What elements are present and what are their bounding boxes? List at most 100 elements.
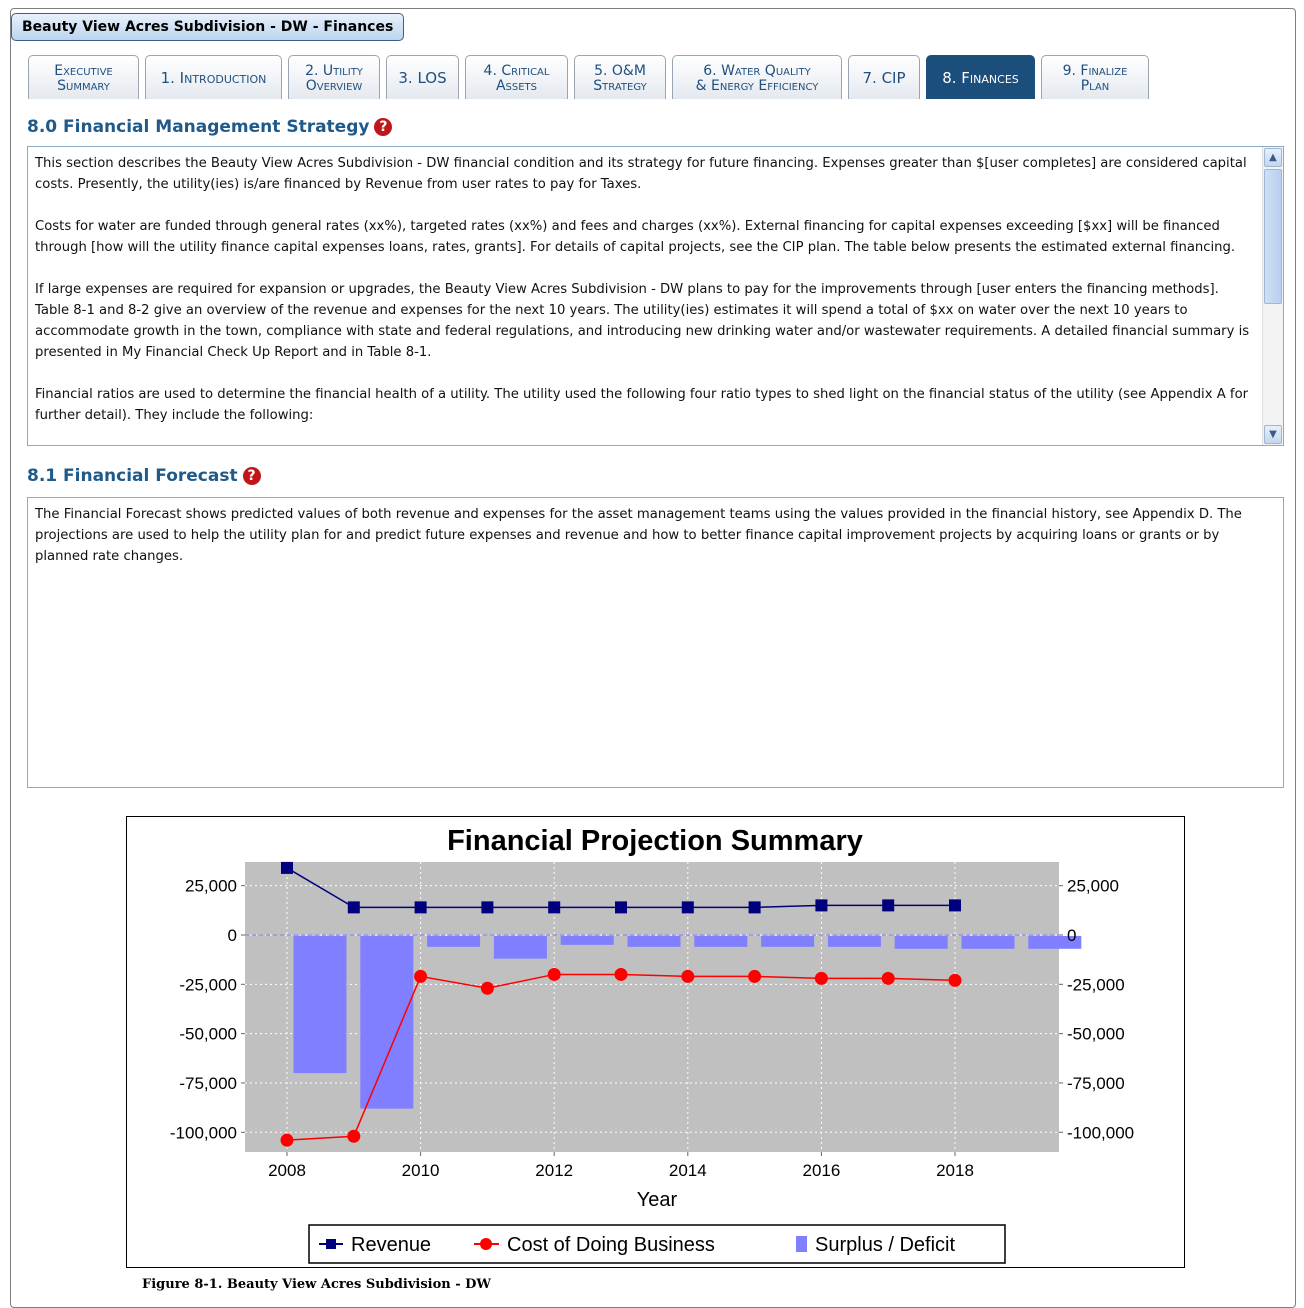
y-tick-label-left: -25,000 [179,975,237,994]
scroll-thumb[interactable] [1264,169,1282,304]
scroll-up-icon[interactable]: ▲ [1264,148,1282,167]
x-tick-label: 2010 [402,1161,440,1180]
tab-label: 3. LOS [398,69,447,87]
x-tick-label: 2012 [535,1161,573,1180]
tab-introduction[interactable]: 1. Introduction [145,55,282,99]
x-tick-label: 2008 [268,1161,306,1180]
financial-projection-chart: Financial Projection Summary 25,000 25,000… [126,816,1185,1268]
scroll-down-icon[interactable]: ▼ [1264,425,1282,444]
chart-svg: Financial Projection Summary 25,000 25,000… [170,825,1134,1264]
cost-point [614,967,628,981]
tab-critical-assets[interactable]: 4. Critical Assets [465,55,568,99]
paragraph: If large expenses are required for expan… [35,282,1250,360]
y-tick-label-left: 25,000 [185,877,237,896]
paragraph: The Financial Forecast shows predicted v… [35,507,1242,564]
tab-label-line1: 6. Water Quality [703,62,811,79]
tab-label: 7. CIP [862,69,906,87]
legend-cost-marker [480,1238,492,1250]
tab-cip[interactable]: 7. CIP [848,55,920,99]
chart-title: Financial Projection Summary [447,825,863,857]
surplus-deficit-bar [694,935,748,947]
cost-point [748,969,762,983]
tab-water-quality[interactable]: 6. Water Quality & Energy Efficiency [672,55,842,99]
revenue-point [347,901,360,914]
tab-label: 8. Finances [942,69,1019,87]
section-heading-8-1: 8.1 Financial Forecast ? [27,466,261,486]
surplus-deficit-bar [961,935,1015,949]
tab-label-line1: 2. Utility [305,62,363,79]
y-tick-label-right: -100,000 [1067,1123,1134,1142]
help-icon[interactable]: ? [374,118,393,136]
paragraph: Costs for water are funded through gener… [35,219,1236,255]
help-icon[interactable]: ? [242,467,261,485]
revenue-point [949,899,961,912]
revenue-point [281,861,293,874]
cost-point [948,973,962,987]
tab-label-line2: & Energy Efficiency [695,77,819,94]
y-tick-label-right: 0 [1067,926,1076,945]
cost-point [280,1133,294,1147]
section-title: 8.1 Financial Forecast [27,466,238,486]
x-tick-label: 2014 [669,1161,707,1180]
textarea-content: This section describes the Beauty View A… [35,153,1253,445]
cost-point [347,1129,361,1143]
surplus-deficit-bar [493,935,547,959]
vertical-scrollbar[interactable]: ▲ ▼ [1262,147,1283,445]
tab-label-line1: Executive [54,62,113,79]
y-tick-label-right: -25,000 [1067,975,1125,994]
textarea-content: The Financial Forecast shows predicted v… [35,504,1271,588]
cost-point [681,969,695,983]
cost-point [881,971,895,985]
cost-point [547,967,561,981]
paragraph: This section describes the Beauty View A… [35,156,1247,192]
y-tick-label-right: -50,000 [1067,1025,1125,1044]
tab-label: 1. Introduction [160,69,267,87]
revenue-point [548,901,561,914]
tab-utility-overview[interactable]: 2. Utility Overview [288,55,380,99]
financial-forecast-textarea[interactable]: The Financial Forecast shows predicted v… [27,497,1284,788]
y-tick-label-right: -75,000 [1067,1074,1125,1093]
x-axis-label: Year [637,1189,678,1211]
surplus-deficit-bar [761,935,815,947]
revenue-point [815,899,828,912]
tab-label-line2: Plan [1080,77,1110,94]
tab-label-line2: Overview [305,77,363,94]
financial-strategy-textarea[interactable]: This section describes the Beauty View A… [27,146,1284,446]
revenue-point [414,901,427,914]
surplus-deficit-bar [894,935,948,949]
cost-point [480,981,494,995]
legend-revenue-marker [326,1239,336,1249]
revenue-point [748,901,761,914]
y-tick-label-left: 0 [228,926,237,945]
section-heading-8-0: 8.0 Financial Management Strategy ? [27,117,393,137]
cost-point [814,971,828,985]
y-tick-label-left: -50,000 [179,1025,237,1044]
tab-label-line2: Summary [57,77,110,94]
tab-finances[interactable]: 8. Finances [926,55,1035,99]
y-tick-label-left: -100,000 [170,1123,237,1142]
y-tick-label-right: 25,000 [1067,877,1119,896]
legend-label-surplus: Surplus / Deficit [815,1234,955,1256]
surplus-deficit-bar [427,935,481,947]
surplus-deficit-bar [560,935,614,945]
legend-surplus-marker [796,1236,807,1252]
x-tick-label: 2016 [802,1161,840,1180]
surplus-deficit-bar [627,935,681,947]
tab-label-line2: Assets [495,77,538,94]
tab-label-line2: Strategy [593,77,647,94]
tab-los[interactable]: 3. LOS [386,55,459,99]
cost-point [414,969,428,983]
revenue-point [481,901,494,914]
revenue-point [882,899,895,912]
revenue-point [615,901,627,914]
x-tick-label: 2018 [936,1161,974,1180]
section-title: 8.0 Financial Management Strategy [27,117,370,137]
y-tick-label-left: -75,000 [179,1074,237,1093]
tab-om-strategy[interactable]: 5. O&M Strategy [574,55,666,99]
tab-finalize-plan[interactable]: 9. Finalize Plan [1041,55,1149,99]
surplus-deficit-bar [360,935,414,1109]
figure-caption: Figure 8-1. Beauty View Acres Subdivisio… [142,1277,492,1292]
tab-label-line1: 9. Finalize [1062,62,1128,79]
tab-executive-summary[interactable]: Executive Summary [28,55,139,99]
surplus-deficit-bar [827,935,881,947]
